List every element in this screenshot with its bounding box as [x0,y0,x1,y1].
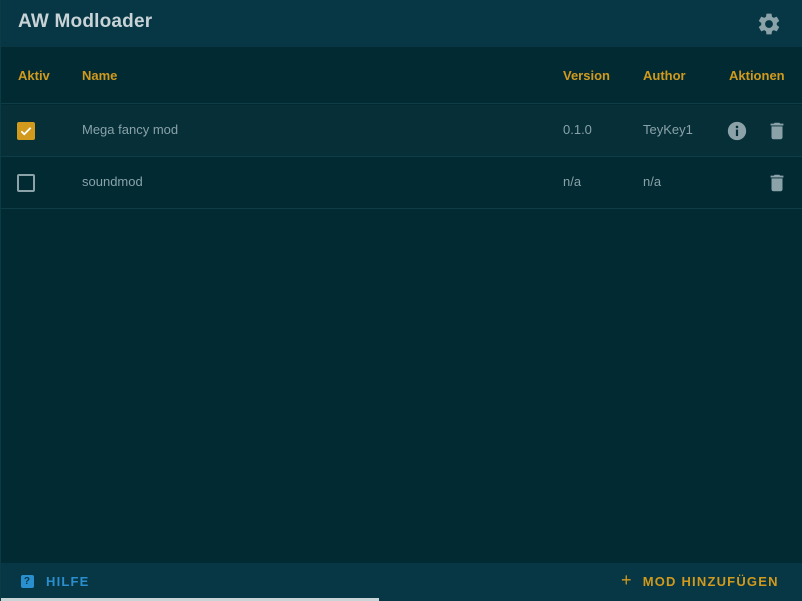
help-button[interactable]: ? HILFE [21,563,90,599]
mod-version: 0.1.0 [563,122,592,137]
active-checkbox[interactable] [17,174,35,192]
header-actions: Aktionen [729,68,785,83]
mod-author: n/a [643,174,662,189]
footer-bar: ? HILFE + MOD HINZUFÜGEN [1,563,802,601]
delete-icon[interactable] [766,172,788,194]
table-header: Aktiv Name Version Author Aktionen [1,47,802,104]
header-active: Aktiv [18,68,50,83]
mod-author: TeyKey1 [643,122,693,137]
app-bar: AW Modloader [1,0,802,47]
mod-name: Mega fancy mod [82,122,179,137]
active-checkbox[interactable] [17,122,35,140]
help-label: HILFE [46,573,90,589]
header-name: Name [82,68,118,83]
table-row: soundmod n/a n/a [1,157,802,209]
help-icon: ? [21,574,34,588]
app-title: AW Modloader [18,11,153,32]
settings-gear-icon[interactable] [756,11,782,37]
header-author: Author [643,68,686,83]
header-version: Version [563,68,610,83]
check-icon [20,127,32,136]
mod-name: soundmod [82,174,143,189]
add-mod-label: MOD HINZUFÜGEN [642,573,779,589]
info-icon[interactable] [726,120,748,142]
table-row: Mega fancy mod 0.1.0 TeyKey1 [1,105,802,157]
add-mod-button[interactable]: + MOD HINZUFÜGEN [621,563,779,599]
delete-icon[interactable] [766,120,788,142]
mod-version: n/a [563,174,582,189]
app-window: AW Modloader Aktiv Name Version Author A… [0,0,802,601]
plus-icon: + [621,569,633,590]
